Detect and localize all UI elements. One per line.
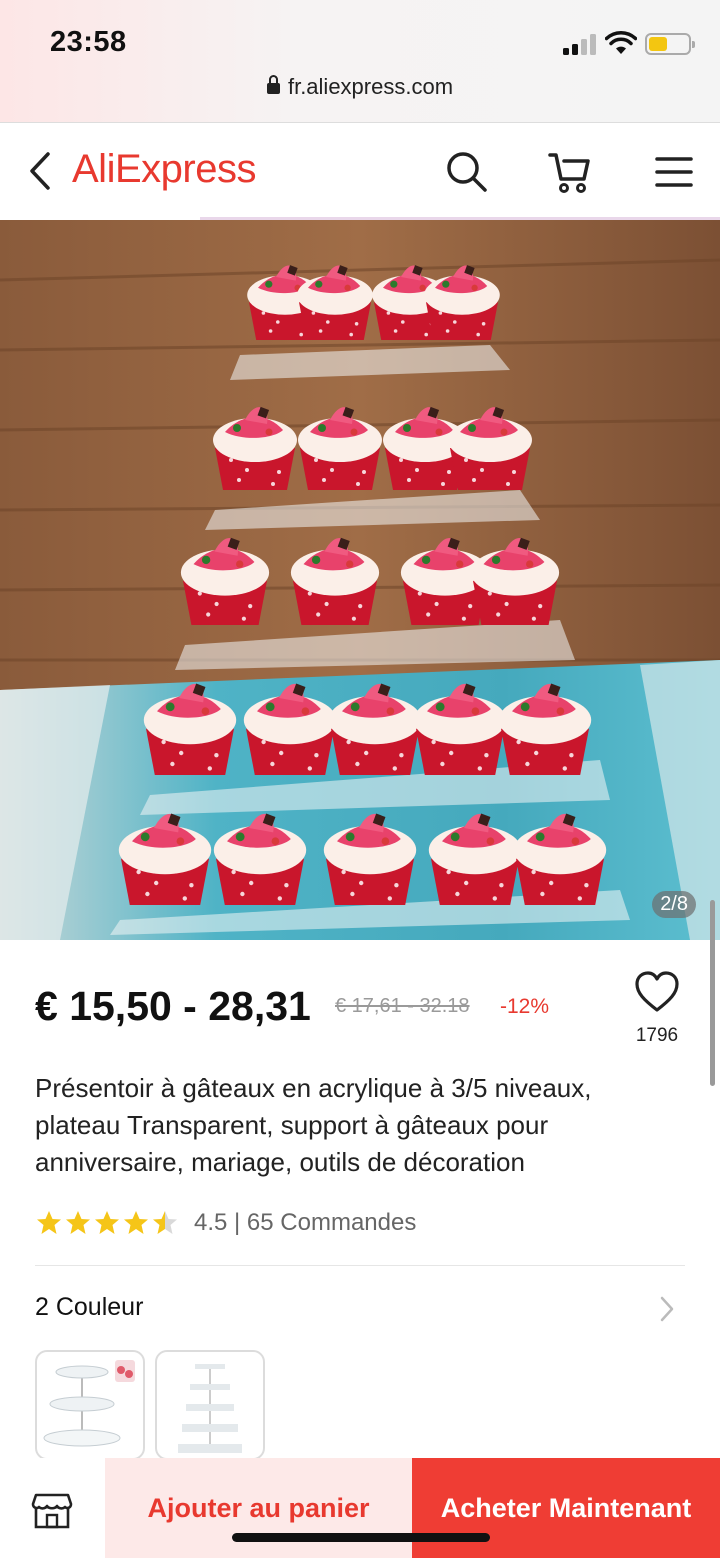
page-scrollbar[interactable]	[710, 900, 715, 1086]
aliexpress-logo[interactable]: AliExpress	[72, 147, 256, 192]
back-chevron-icon[interactable]	[22, 149, 62, 193]
rating-row[interactable]: 4.5 | 65 Commandes	[35, 1206, 416, 1240]
original-price: € 17,61 - 32.18	[335, 995, 470, 1017]
home-indicator[interactable]	[232, 1533, 490, 1542]
status-time: 23:58	[50, 26, 127, 58]
chevron-right-icon[interactable]	[657, 1294, 677, 1324]
url-bar[interactable]: fr.aliexpress.com	[0, 74, 720, 100]
round-stand-thumbnail	[43, 1360, 135, 1447]
menu-icon[interactable]	[650, 147, 700, 197]
discount-badge: -12%	[500, 995, 550, 1018]
star-icon	[66, 1211, 90, 1234]
product-title: Présentoir à gâteaux en acrylique à 3/5 …	[35, 1073, 592, 1177]
rating-orders-text: 4.5 | 65 Commandes	[194, 1209, 417, 1236]
cart-icon[interactable]	[544, 147, 594, 197]
color-option-thumb[interactable]	[155, 1350, 265, 1460]
divider	[35, 1265, 685, 1266]
battery-icon	[645, 33, 695, 55]
star-icon	[124, 1211, 148, 1234]
image-counter: 2/8	[652, 891, 696, 918]
app-header: AliExpress	[0, 122, 720, 220]
search-icon[interactable]	[442, 147, 492, 197]
star-icon	[95, 1211, 119, 1234]
color-selector-row[interactable]: 2 Couleur	[35, 1290, 685, 1330]
bottom-action-bar: Ajouter au panier Acheter Maintenant	[0, 1458, 720, 1558]
cellular-signal-icon	[563, 33, 599, 55]
lock-icon	[266, 75, 280, 94]
cupcake-stand-photo	[0, 220, 720, 940]
price-range: € 15,50 - 28,31	[35, 983, 311, 1029]
square-stand-thumbnail	[178, 1364, 242, 1453]
color-count-label: 2 Couleur	[35, 1293, 144, 1321]
wifi-icon	[605, 31, 637, 54]
status-bar: 23:58 fr.aliexpress.com	[0, 0, 720, 122]
rating-stars	[35, 1209, 180, 1237]
add-to-cart-button[interactable]: Ajouter au panier	[105, 1458, 412, 1558]
wishlist-count: 1796	[635, 1025, 679, 1046]
star-icon	[37, 1211, 61, 1234]
color-option-thumb[interactable]	[35, 1350, 145, 1460]
buy-now-button[interactable]: Acheter Maintenant	[412, 1458, 720, 1558]
store-icon[interactable]	[30, 1491, 74, 1531]
product-image[interactable]: 2/8	[0, 220, 720, 940]
heart-icon[interactable]	[634, 970, 680, 1014]
star-icon	[153, 1211, 177, 1234]
url-text: fr.aliexpress.com	[287, 74, 454, 99]
